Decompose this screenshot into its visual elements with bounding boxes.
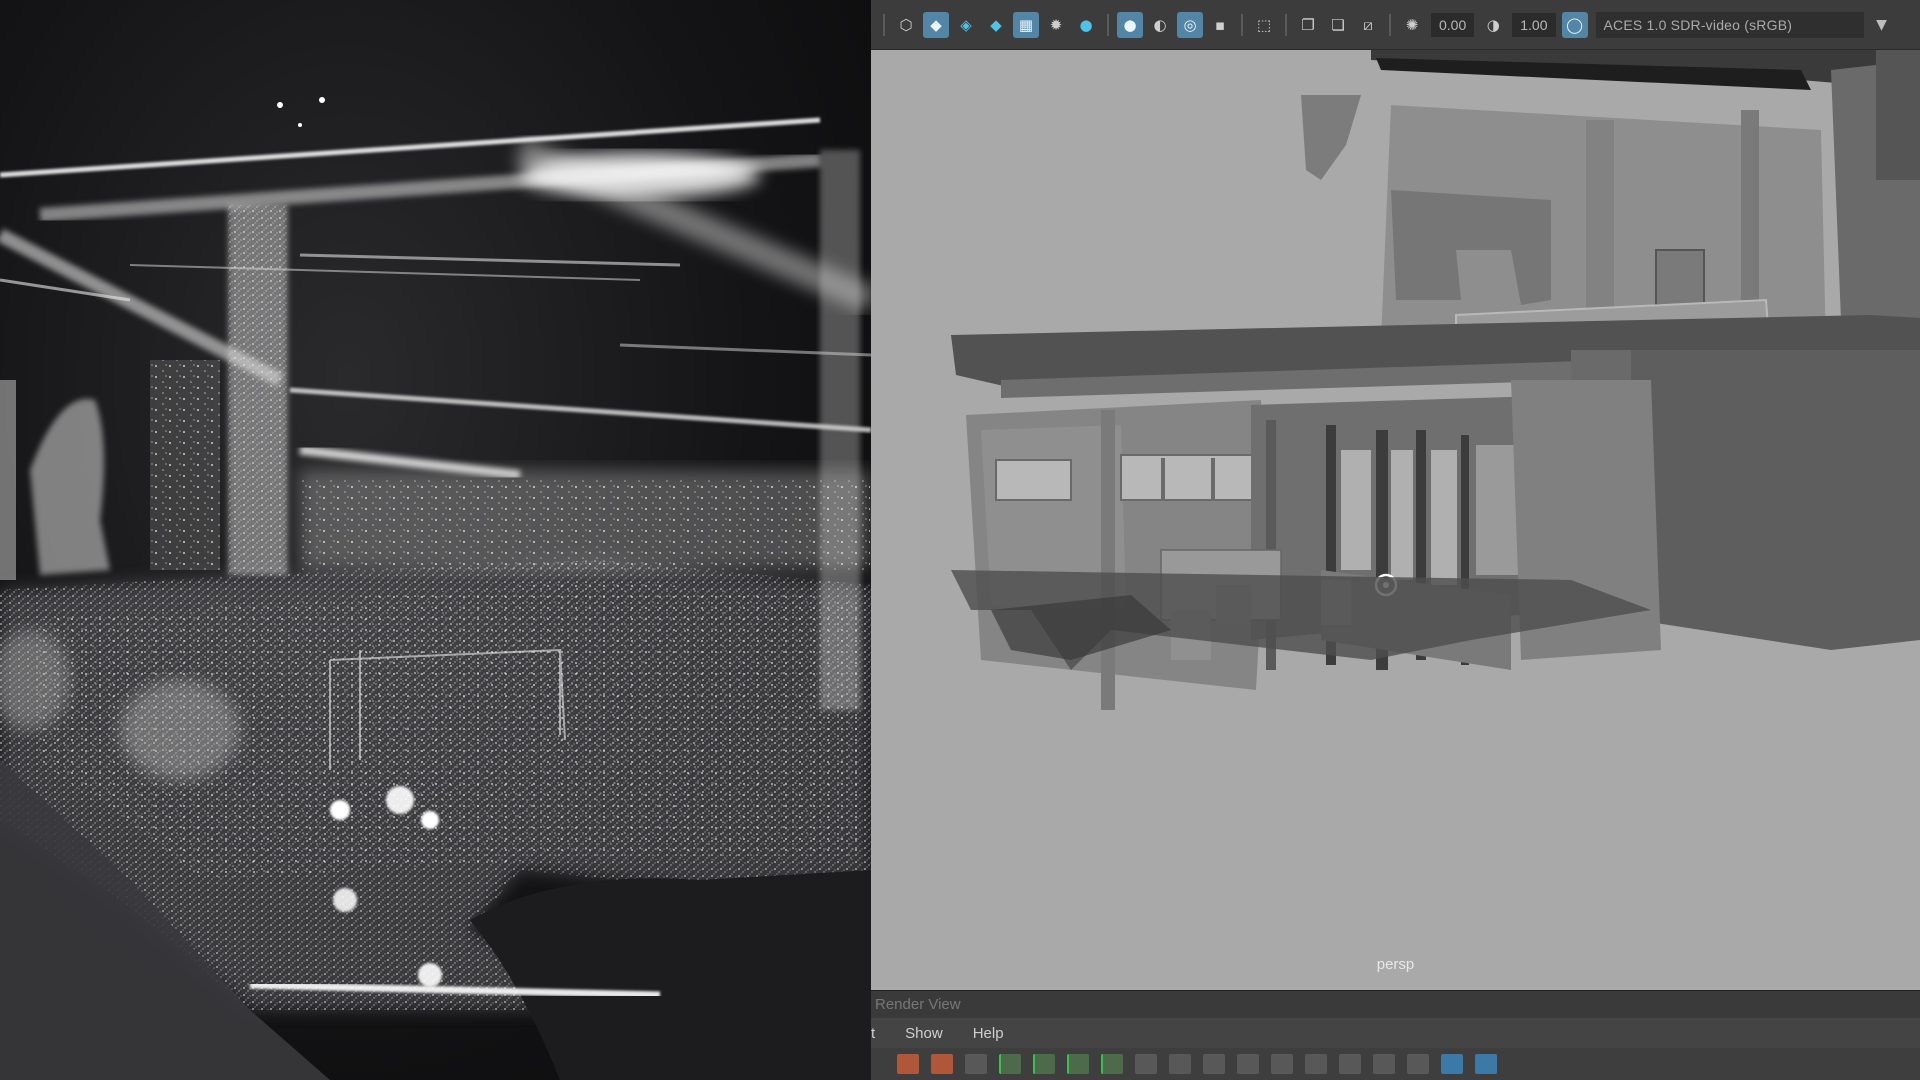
shadows-icon[interactable]: ● bbox=[1073, 12, 1099, 38]
depth-of-field-icon[interactable]: ▪ bbox=[1207, 12, 1233, 38]
menu-item-show[interactable]: Show bbox=[905, 1025, 943, 1042]
viewport-toolbar: ⬡ ◆ ◈ ◆ ▦ ✹ ● ● ◐ ◎ ▪ ⬚ ❐ ❏ ⧄ ✺ 0.00 ◑ 1… bbox=[871, 0, 1920, 50]
snapshot-icon[interactable] bbox=[965, 1054, 987, 1074]
xray-active-icon[interactable]: ⧄ bbox=[1355, 12, 1381, 38]
maya-window: ⬡ ◆ ◈ ◆ ▦ ✹ ● ● ◐ ◎ ▪ ⬚ ❐ ❏ ⧄ ✺ 0.00 ◑ 1… bbox=[871, 0, 1920, 1080]
lights-icon[interactable]: ✹ bbox=[1043, 12, 1069, 38]
toolbar-separator bbox=[883, 13, 885, 36]
channel-g-icon[interactable] bbox=[1033, 1054, 1055, 1074]
exposure-field[interactable]: 0.00 bbox=[1431, 12, 1475, 37]
toolbar-separator bbox=[1389, 13, 1391, 36]
channel-a-icon[interactable] bbox=[1101, 1054, 1123, 1074]
wireframe-cube-icon[interactable]: ⬡ bbox=[893, 12, 919, 38]
checker-icon[interactable]: ▦ bbox=[1013, 11, 1039, 38]
render-icon[interactable] bbox=[897, 1054, 919, 1074]
motion-blur-icon[interactable]: ◐ bbox=[1147, 12, 1173, 38]
gamma-render-icon[interactable] bbox=[1407, 1054, 1429, 1074]
menu-item-file[interactable]: t bbox=[871, 1025, 875, 1042]
exposure-icon[interactable]: ✺ bbox=[1399, 12, 1425, 38]
toolbar-separator bbox=[1107, 13, 1109, 36]
persp-viewport[interactable]: persp bbox=[871, 50, 1920, 990]
point-cloud-render bbox=[0, 97, 871, 1080]
display-real-size-icon[interactable] bbox=[1237, 1054, 1259, 1074]
ambient-occlusion-icon[interactable]: ● bbox=[1117, 11, 1143, 38]
smooth-shade-icon[interactable]: ◆ bbox=[923, 11, 949, 38]
xray-icon[interactable]: ⬚ bbox=[1251, 12, 1277, 38]
scanned-building-mesh bbox=[951, 50, 1920, 710]
menu-item-help[interactable]: Help bbox=[973, 1025, 1004, 1042]
remove-image-icon[interactable] bbox=[1203, 1054, 1225, 1074]
gamma-icon[interactable]: ◑ bbox=[1480, 12, 1506, 38]
keep-image-icon[interactable] bbox=[1169, 1054, 1191, 1074]
channel-b-icon[interactable] bbox=[1067, 1054, 1089, 1074]
gamma-field[interactable]: 1.00 bbox=[1512, 12, 1556, 37]
dropdown-arrow-icon[interactable]: ▼ bbox=[1870, 12, 1894, 38]
render-view-title: Render View bbox=[871, 990, 1920, 1018]
region-icon[interactable] bbox=[1135, 1054, 1157, 1074]
render-view-menubar: t Show Help bbox=[871, 1018, 1920, 1048]
anti-aliasing-icon[interactable]: ◎ bbox=[1177, 11, 1203, 38]
render-view-toolbar bbox=[871, 1048, 1920, 1080]
point-cloud-view bbox=[0, 0, 871, 1080]
toolbar-separator bbox=[1241, 13, 1243, 36]
layer-icon[interactable] bbox=[1339, 1054, 1361, 1074]
camera-select-icon[interactable] bbox=[1305, 1054, 1327, 1074]
color-management-render-icon[interactable] bbox=[1441, 1054, 1463, 1074]
isolate-select-icon[interactable]: ❐ bbox=[1295, 12, 1321, 38]
ipr-icon[interactable] bbox=[931, 1054, 953, 1074]
xray-joints-icon[interactable]: ❏ bbox=[1325, 12, 1351, 38]
settings-render-icon[interactable] bbox=[1475, 1054, 1497, 1074]
exposure-render-icon[interactable] bbox=[1373, 1054, 1395, 1074]
color-space-select[interactable]: ACES 1.0 SDR-video (sRGB) bbox=[1595, 11, 1864, 38]
camera-name-label: persp bbox=[1376, 956, 1415, 973]
color-management-icon[interactable]: ◯ bbox=[1561, 11, 1588, 38]
wireframe-on-shaded-icon[interactable]: ◈ bbox=[953, 12, 979, 38]
frame-icon[interactable] bbox=[1271, 1054, 1293, 1074]
channel-r-icon[interactable] bbox=[999, 1054, 1021, 1074]
textured-icon[interactable]: ◆ bbox=[983, 12, 1009, 38]
toolbar-separator bbox=[1285, 13, 1287, 36]
